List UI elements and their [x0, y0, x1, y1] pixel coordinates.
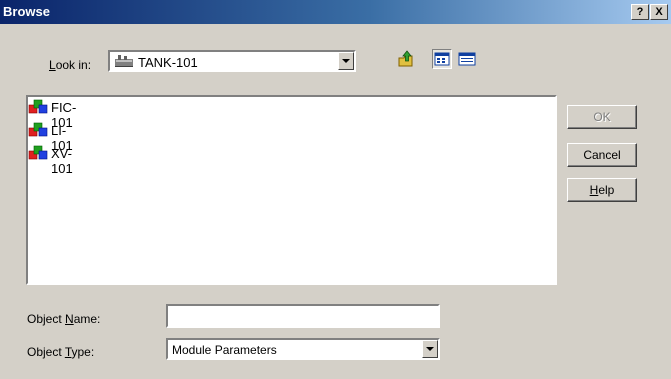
list-view-icon	[434, 52, 450, 66]
help-button[interactable]: Help	[567, 178, 637, 202]
object-name-field[interactable]	[166, 304, 440, 328]
cancel-button[interactable]: Cancel	[567, 143, 637, 167]
details-view-button[interactable]	[457, 49, 477, 69]
ok-button[interactable]: OK	[567, 105, 637, 129]
object-type-value: Module Parameters	[172, 343, 277, 357]
object-name-label: Object Name:	[27, 312, 101, 326]
module-icon	[28, 145, 48, 160]
look-in-dropdown[interactable]: TANK-101	[108, 50, 356, 72]
list-item-label: XV-101	[51, 146, 73, 176]
close-icon: X	[655, 6, 663, 18]
window-title: Browse	[3, 4, 50, 19]
look-in-label: Look in:	[49, 58, 92, 72]
object-type-label: Object Type:	[27, 345, 95, 359]
close-button[interactable]: X	[650, 4, 668, 20]
details-view-icon	[458, 52, 476, 66]
up-folder-icon	[398, 50, 413, 67]
browse-dialog: Browse ? X Look in: TANK-101 FIC-101 LI-…	[0, 0, 671, 379]
plant-equipment-icon	[115, 55, 133, 67]
question-icon: ?	[636, 6, 644, 18]
module-icon	[28, 99, 48, 114]
title-bar[interactable]: Browse ? X	[0, 0, 671, 24]
help-button-label: Help	[589, 183, 615, 197]
chevron-down-icon[interactable]	[338, 52, 354, 70]
object-list[interactable]: FIC-101 LI-101 XV-101	[26, 95, 557, 285]
up-one-level-button[interactable]	[396, 49, 416, 69]
help-question-button[interactable]: ?	[631, 4, 649, 20]
look-in-value: TANK-101	[138, 55, 198, 70]
module-icon	[28, 122, 48, 137]
object-type-dropdown[interactable]: Module Parameters	[166, 338, 440, 360]
chevron-down-icon[interactable]	[422, 340, 438, 358]
list-view-button[interactable]	[432, 49, 452, 69]
cancel-button-label: Cancel	[583, 148, 621, 162]
ok-button-label: OK	[593, 110, 611, 124]
